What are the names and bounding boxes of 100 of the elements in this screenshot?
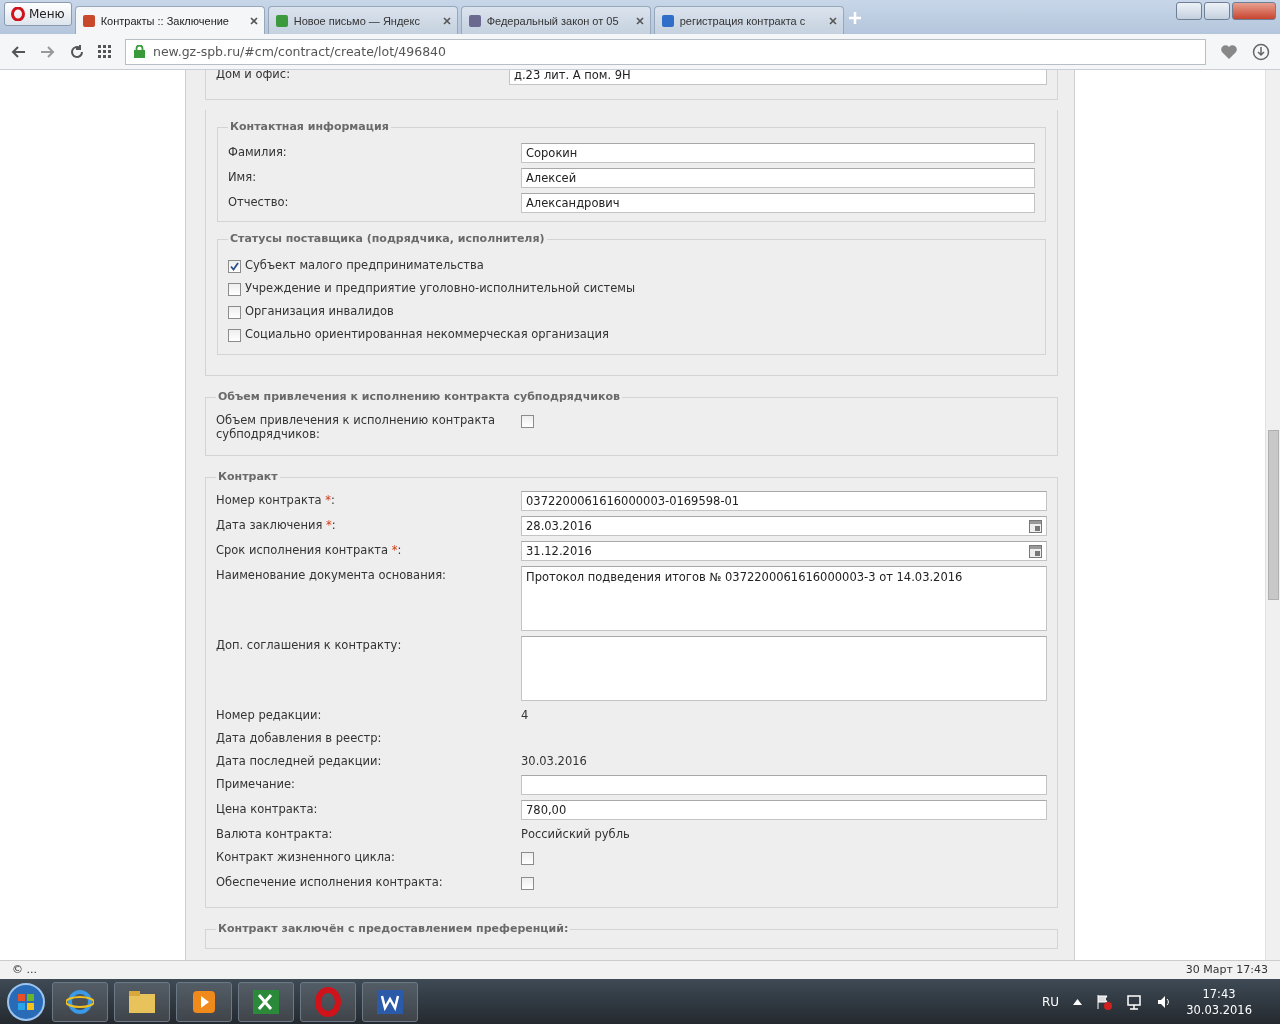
close-icon[interactable] [442,16,451,25]
heart-icon[interactable] [1220,43,1238,60]
date-field[interactable]: 31.12.2016 [521,541,1047,561]
text-area[interactable]: Протокол подведения итогов № 0372200061616000003-3 от 14.03.2016 [521,566,1047,631]
field-label: Фамилия: [228,144,288,159]
taskbar-clock[interactable]: 17:43 30.03.2016 [1186,985,1252,1018]
date-field[interactable]: 28.03.2016 [521,516,1047,536]
checkbox[interactable] [228,260,241,273]
maximize-button[interactable] [1204,2,1230,20]
section-legend: Контракт заключён с предоставлением преференций: [216,922,571,936]
flag-icon[interactable] [1096,993,1113,1010]
tab-title: Контракты :: Заключение [100,14,230,27]
field-label: Имя: [228,169,258,184]
page-icon [660,13,675,28]
field-label: Номер редакции: [216,707,323,722]
field-label: Дата заключения *: [216,517,337,532]
taskbar-button[interactable] [114,981,170,1022]
text-field[interactable]: 0372200061616000003-0169598-01 [521,491,1047,511]
text-field[interactable]: Сорокин [521,143,1035,163]
close-icon[interactable] [635,16,644,25]
menu-button[interactable]: Меню [4,2,72,26]
minimize-button[interactable] [1176,2,1202,20]
field-label: Дом и офис: [216,70,292,81]
text-field[interactable]: д.23 лит. А пом. 9Н [509,70,1047,85]
reload-icon[interactable] [70,44,84,59]
checkbox[interactable] [228,283,241,296]
field-label: Обеспечение исполнения контракта: [216,874,444,889]
up-arrow-icon[interactable] [1073,998,1083,1005]
field-value: Российский рубль [521,826,631,841]
field-label: Цена контракта: [216,801,319,816]
text-field[interactable]: Алексей [521,168,1035,188]
calendar-icon[interactable] [1029,544,1042,558]
language-indicator[interactable]: RU [1042,994,1060,1009]
lock-icon [134,45,145,58]
field-label: Валюта контракта: [216,826,334,841]
field-value: 4 [521,707,530,722]
checkbox[interactable] [521,877,534,890]
folder-icon [128,989,156,1014]
network-icon[interactable] [1126,993,1143,1010]
browser-tab[interactable]: Контракты :: Заключение [74,6,265,34]
grid-icon[interactable] [98,45,111,58]
field-label: Дата добавления в реестр: [216,730,383,745]
checkbox[interactable] [228,329,241,342]
checkbox-label: Организация инвалидов [245,303,394,318]
tab-title: регистрация контракта с [679,14,807,27]
field-label: Контракт жизненного цикла: [216,849,396,864]
taskbar-button[interactable] [362,981,418,1022]
status-clock: 30 Март 17:43 [1185,963,1268,977]
section-legend: Контракт [216,470,280,484]
checkbox[interactable] [521,415,534,428]
text-field[interactable]: 780,00 [521,800,1047,820]
text-field[interactable]: Александрович [521,193,1035,213]
browser-tab[interactable]: регистрация контракта с [653,6,844,34]
field-label: Номер контракта *: [216,492,336,507]
section-legend: Статусы поставщика (подрядчика, исполнителя) [228,232,547,246]
page-icon [274,13,289,28]
clock-date: 30.03.2016 [1186,1001,1252,1018]
checkbox-label: Учреждение и предприятие уголовно-исполнительной системы [245,280,636,295]
field-label: Отчество: [228,194,290,209]
url-text: new.gz-spb.ru/#cm/contract/create/lot/496840 [153,44,446,59]
section-legend: Контактная информация [228,120,391,134]
start-orb-icon[interactable] [6,981,46,1022]
checkbox-label: Субъект малого предпринимательства [245,257,484,272]
play-icon [192,989,216,1014]
page-icon [81,13,96,28]
checkbox-label: Социально ориентированная некоммерческая организация [245,326,609,341]
scrollbar[interactable] [1265,70,1280,960]
tab-title: Федеральный закон от 05 [486,14,620,27]
field-label: Дата последней редакции: [216,753,383,768]
tab-title: Новое письмо — Яндекс [293,14,421,27]
field-value: 30.03.2016 [521,753,588,768]
close-icon[interactable] [828,16,837,25]
address-field[interactable]: new.gz-spb.ru/#cm/contract/create/lot/496840 [125,38,1206,65]
o-logo-icon [314,986,342,1017]
checkbox[interactable] [228,306,241,319]
section-legend: Объем привлечения к исполнению контракта субподрядчиков [216,390,622,404]
status-text: © ... [12,963,37,977]
browser-tab[interactable]: Новое письмо — Яндекс [267,6,458,34]
taskbar-button[interactable] [238,981,294,1022]
field-label: Объем привлечения к исполнению контракта субподрядчиков: [216,412,497,441]
forward-icon[interactable] [40,44,56,59]
checkbox[interactable] [521,852,534,865]
field-label: Наименование документа основания: [216,567,447,582]
taskbar-button[interactable] [176,981,232,1022]
text-field[interactable] [521,775,1047,795]
calendar-icon[interactable] [1029,519,1042,533]
spreadsheet-icon [252,988,280,1015]
clock-time: 17:43 [1202,985,1236,1002]
document-icon [376,988,404,1015]
close-icon[interactable] [249,16,258,25]
field-label: Примечание: [216,776,296,791]
download-icon[interactable] [1252,42,1270,61]
field-label: Доп. соглашения к контракту: [216,637,403,652]
taskbar-button[interactable] [52,981,108,1022]
field-label: Срок исполнения контракта *: [216,542,403,557]
page-icon [467,13,482,28]
back-icon[interactable] [10,44,26,59]
o-logo-icon [11,7,25,21]
browser-tab[interactable]: Федеральный закон от 05 [460,6,651,34]
globe-icon [66,987,94,1016]
